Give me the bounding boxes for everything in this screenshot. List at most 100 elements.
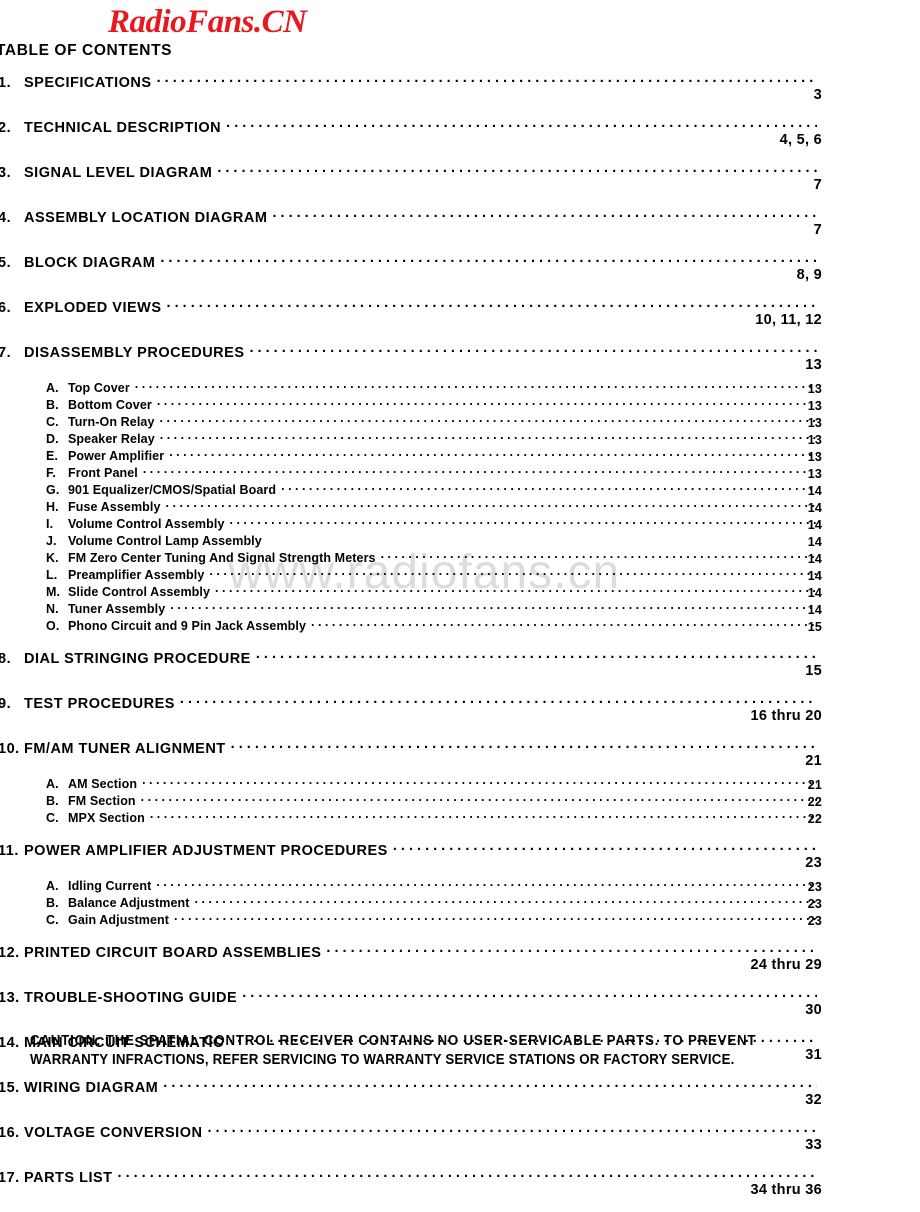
dot-leader	[156, 877, 817, 890]
toc-item-number: 10.	[0, 740, 20, 757]
toc-item-number: C.	[46, 810, 59, 825]
toc-page-number: 14	[807, 552, 822, 566]
toc-item-number: 2.	[0, 119, 12, 136]
toc-subitem: E. Power Amplifier 13	[0, 447, 920, 464]
toc-item: 7. DISASSEMBLY PROCEDURES 13	[0, 342, 920, 373]
page-title: TABLE OF CONTENTS	[0, 42, 173, 59]
toc-page-number: 3	[813, 87, 822, 103]
toc-subitem: I. Volume Control Assembly 14	[0, 515, 920, 532]
toc-item-label: SPECIFICATIONS	[24, 74, 152, 91]
dot-leader	[142, 775, 817, 788]
toc-page-number: 16 thru 20	[750, 708, 822, 724]
toc-page-number: 7	[813, 222, 822, 238]
toc-item-number: 7.	[0, 344, 12, 361]
toc-page-number: 13	[807, 416, 822, 430]
dot-leader	[256, 648, 817, 663]
toc-item: 8. DIAL STRINGING PROCEDURE 15	[0, 648, 920, 679]
toc-item-label: EXPLODED VIEWS	[24, 299, 162, 316]
toc-page-number: 14	[807, 501, 822, 515]
toc-item-number: A.	[46, 380, 59, 395]
toc-page-number: 14	[807, 603, 822, 617]
dot-leader	[311, 617, 817, 630]
toc-item-label: Preamplifier Assembly	[68, 567, 205, 582]
dot-leader	[166, 498, 817, 511]
toc-subitem: C. MPX Section 22	[0, 809, 920, 826]
toc-item-label: PRINTED CIRCUIT BOARD ASSEMBLIES	[24, 944, 322, 961]
toc-subitem: B. FM Section 22	[0, 792, 920, 809]
toc-subitem: A. Top Cover 13	[0, 379, 920, 396]
dot-leader	[209, 566, 817, 579]
toc-subitem: G. 901 Equalizer/CMOS/Spatial Board 14	[0, 481, 920, 498]
toc-item-number: 3.	[0, 164, 12, 181]
toc-subitem: B. Bottom Cover 13	[0, 396, 920, 413]
caution-line-1: CAUTION: THE SPATIAL CONTROL RECEIVER CO…	[30, 1033, 757, 1049]
dot-leader	[167, 297, 817, 312]
toc-page-number: 14	[807, 484, 822, 498]
toc-item: 3. SIGNAL LEVEL DIAGRAM 7	[0, 162, 920, 193]
toc-page-number: 13	[807, 433, 822, 447]
toc-page-number: 14	[807, 518, 822, 532]
toc-item-number: M.	[46, 584, 61, 599]
toc-item-label: BLOCK DIAGRAM	[24, 254, 156, 271]
toc-item-number: A.	[46, 878, 59, 893]
toc-subitem: C. Turn-On Relay 13	[0, 413, 920, 430]
toc-item-number: 8.	[0, 650, 12, 667]
toc-item-number: 1.	[0, 74, 12, 91]
toc-item-number: 6.	[0, 299, 12, 316]
toc-item-number: C.	[46, 912, 59, 927]
dot-leader	[141, 792, 817, 805]
toc-page-number: 10, 11, 12	[755, 312, 822, 328]
toc-page-number: 13	[807, 467, 822, 481]
toc-item-number: 16.	[0, 1124, 20, 1141]
dot-leader	[143, 464, 817, 477]
toc-subitem: O. Phono Circuit and 9 Pin Jack Assembly 1…	[0, 617, 920, 634]
toc-page-number: 14	[807, 569, 822, 583]
toc-item-number: D.	[46, 431, 59, 446]
dot-leader	[163, 1077, 817, 1092]
caution-line-2: WARRANTY INFRACTIONS, REFER SERVICING TO…	[30, 1052, 735, 1068]
toc-item-number: 11.	[0, 842, 19, 859]
radiofans-logo: RadioFans.CN	[108, 4, 307, 40]
toc-item: 5. BLOCK DIAGRAM 8, 9	[0, 252, 920, 283]
toc-subitem: H. Fuse Assembly 14	[0, 498, 920, 515]
toc-item: 17.PARTS LIST 34 thru 36	[0, 1167, 920, 1198]
dot-leader	[381, 549, 817, 562]
toc-item-number: 9.	[0, 695, 12, 712]
dot-leader	[169, 447, 817, 460]
dot-leader	[157, 396, 817, 409]
toc-item: 6. EXPLODED VIEWS 10, 11, 12	[0, 297, 920, 328]
toc-item-number: 14.	[0, 1034, 20, 1051]
toc-item-label: TEST PROCEDURES	[24, 695, 175, 712]
toc-item-number: G.	[46, 482, 60, 497]
toc-item-label: Fuse Assembly	[68, 499, 161, 514]
toc-item-label: Gain Adjustment	[68, 912, 170, 927]
toc-item-number: N.	[46, 601, 59, 616]
toc-item-label: WIRING DIAGRAM	[24, 1079, 159, 1096]
toc-item-label: Volume Control Lamp Assembly	[68, 533, 262, 548]
toc-item: 13.TROUBLE-SHOOTING GUIDE 30	[0, 987, 920, 1018]
toc-item-label: DISASSEMBLY PROCEDURES	[24, 344, 245, 361]
toc-item: 12.PRINTED CIRCUIT BOARD ASSEMBLIES 24 th…	[0, 942, 920, 973]
toc-item-label: Front Panel	[68, 465, 138, 480]
toc-page-number: 13	[807, 399, 822, 413]
toc-item-number: 15.	[0, 1079, 20, 1096]
toc-item-label: TECHNICAL DESCRIPTION	[24, 119, 222, 136]
toc-item-number: E.	[46, 448, 59, 463]
toc-page-number: 21	[805, 753, 822, 769]
toc-item-number: O.	[46, 618, 60, 633]
toc-page-number: 21	[807, 778, 822, 792]
toc-item-label: Balance Adjustment	[68, 895, 190, 910]
toc-subitem: B. Balance Adjustment 23	[0, 894, 920, 911]
toc-subitem: A. AM Section 21	[0, 775, 920, 792]
toc-page-number: 23	[805, 855, 822, 871]
toc-subitem: N. Tuner Assembly 14	[0, 600, 920, 617]
toc-subitem: J. Volume Control Lamp Assembly 14	[0, 532, 920, 550]
toc-item-label: 901 Equalizer/CMOS/Spatial Board	[68, 482, 277, 497]
dot-leader	[272, 207, 817, 222]
